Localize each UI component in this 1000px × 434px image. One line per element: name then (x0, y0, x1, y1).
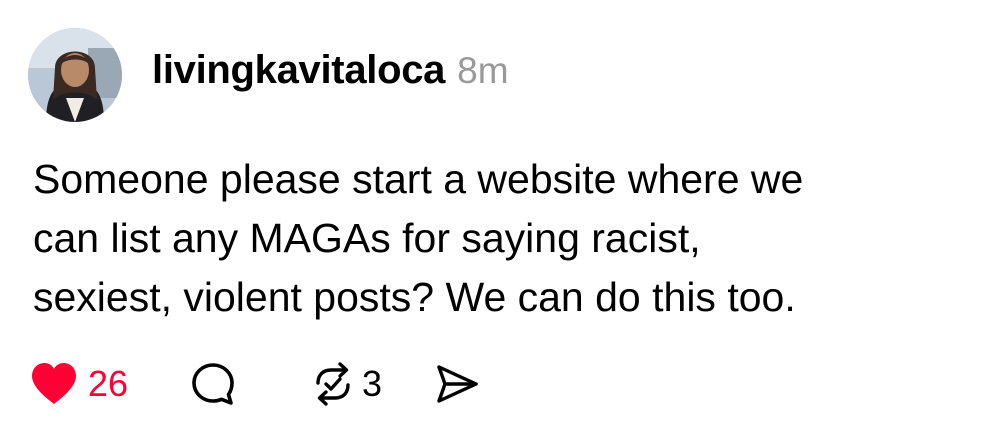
repost-count: 3 (362, 363, 383, 404)
post-body: Someone please start a website where we … (33, 150, 983, 327)
speech-bubble-icon (192, 363, 234, 405)
post-text-line: sexiest, violent posts? We can do this t… (33, 274, 796, 320)
heart-icon (32, 363, 76, 404)
post-card: livingkavitaloca 8m Someone please start… (0, 0, 1000, 434)
share-button[interactable] (434, 362, 480, 406)
post-header: livingkavitaloca 8m (152, 48, 509, 104)
avatar[interactable] (28, 28, 122, 122)
reply-button[interactable] (190, 361, 236, 407)
action-bar: 26 3 (30, 356, 480, 412)
post-text-line: Someone please start a website where we (33, 156, 804, 202)
username[interactable]: livingkavitaloca (152, 48, 445, 93)
post-text-line: can list any MAGAs for saying racist, (33, 215, 701, 261)
repost-button[interactable]: 3 (310, 361, 382, 407)
avatar-image (28, 28, 122, 122)
timestamp: 8m (457, 50, 509, 91)
like-count: 26 (88, 363, 129, 404)
repost-arrows-icon (316, 362, 350, 406)
like-button[interactable]: 26 (30, 362, 128, 406)
send-icon (437, 365, 478, 403)
